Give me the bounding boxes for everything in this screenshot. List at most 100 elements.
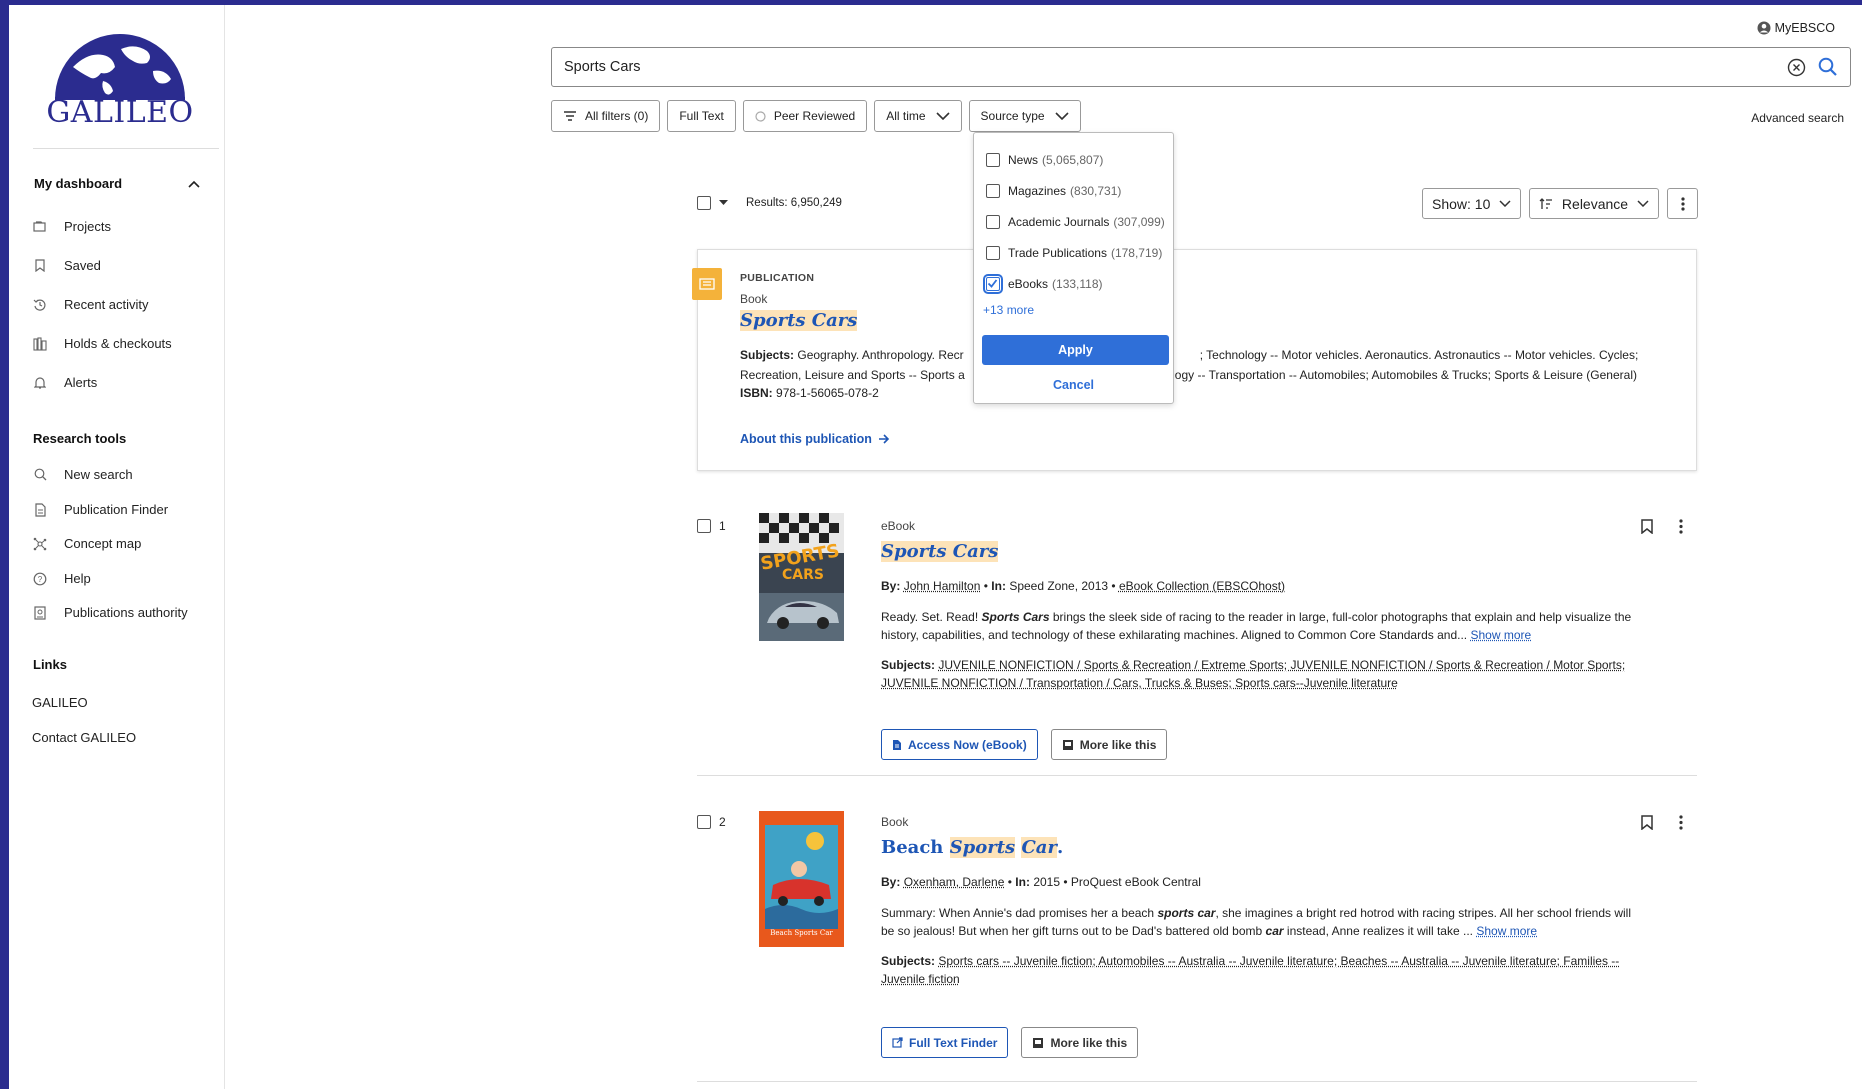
search-icon[interactable] (1818, 57, 1838, 77)
sort-label: Relevance (1561, 195, 1629, 212)
subjects-line1-end: ; Technology -- Motor vehicles. Aeronaut… (1199, 348, 1639, 362)
sidebar-item-publications-authority[interactable]: Publications authority (33, 605, 188, 620)
filter-bar: All filters (0) Full Text Peer Reviewed … (551, 100, 1081, 132)
results-options-button[interactable] (1667, 188, 1698, 219)
sort-select[interactable]: Relevance (1529, 188, 1659, 219)
source-type-label: Source type (980, 109, 1045, 123)
full-text-button[interactable]: Full Text (667, 100, 736, 132)
advanced-search-link[interactable]: Advanced search (1751, 111, 1844, 125)
result-title[interactable]: Beach Sports Car. (881, 837, 1063, 858)
cancel-button[interactable]: Cancel (974, 378, 1173, 392)
result-number: 1 (697, 519, 726, 533)
kebab-icon[interactable] (1679, 519, 1683, 534)
sidebar-item-new-search[interactable]: New search (33, 467, 133, 482)
source-value: 2015 (1033, 875, 1061, 889)
option-count: (178,719) (1110, 246, 1163, 260)
link-galileo[interactable]: GALILEO (32, 695, 88, 710)
author-link[interactable]: Oxenham, Darlene (904, 875, 1005, 889)
about-publication-link[interactable]: About this publication (740, 432, 890, 446)
more-like-this-icon (1062, 739, 1073, 750)
sidebar-item-label: Saved (64, 258, 101, 273)
result-checkbox[interactable] (697, 815, 711, 829)
clear-search-icon[interactable] (1787, 58, 1806, 77)
abstract-highlight: sports car (1157, 906, 1216, 920)
show-more-link[interactable]: Show more (1470, 628, 1531, 642)
result-actions: Access Now (eBook) More like this (881, 729, 1168, 760)
kebab-icon[interactable] (1679, 815, 1683, 830)
sidebar-item-label: Alerts (64, 375, 98, 390)
publication-badge (692, 268, 722, 300)
sidebar-item-concept-map[interactable]: Concept map (33, 536, 141, 551)
help-icon: ? (33, 572, 47, 586)
subjects-label: Subjects: (881, 658, 936, 672)
sidebar-item-label: Concept map (64, 536, 142, 551)
full-text-finder-label: Full Text Finder (909, 1035, 998, 1050)
checkbox[interactable] (986, 184, 1000, 198)
subjects-line2: Recreation, Leisure and Sports -- Sports… (740, 368, 965, 382)
result-abstract: Ready. Set. Read! Sports Cars brings the… (881, 608, 1641, 644)
result-item: 2 Beach Sports Car Book Beach Sports Car… (697, 811, 1697, 1065)
sidebar-item-alerts[interactable]: Alerts (33, 375, 97, 390)
more-like-this-button[interactable]: More like this (1050, 729, 1168, 760)
option-count: (133,118) (1052, 277, 1103, 291)
date-filter-button[interactable]: All time (874, 100, 962, 132)
sidebar-item-holds[interactable]: Holds & checkouts (33, 336, 172, 351)
page-size-select[interactable]: Show: 10 (1422, 188, 1521, 219)
publication-type: Book (740, 292, 768, 306)
sidebar-item-recent-activity[interactable]: Recent activity (33, 297, 149, 312)
full-text-finder-button[interactable]: Full Text Finder (881, 1027, 1009, 1058)
all-filters-button[interactable]: All filters (0) (551, 100, 661, 132)
research-tools-heading: Research tools (33, 431, 127, 446)
peer-reviewed-button[interactable]: Peer Reviewed (742, 100, 868, 132)
title-highlight: Car (1021, 837, 1057, 858)
publication-title[interactable]: Sports Cars (740, 310, 858, 331)
caret-down-icon[interactable] (719, 200, 728, 206)
result-title[interactable]: Sports Cars (881, 541, 999, 562)
source-option-trade-publications[interactable]: Trade Publications (178,719) (986, 246, 1162, 260)
result-checkbox[interactable] (697, 519, 711, 533)
source-option-ebooks[interactable]: eBooks (133,118) (983, 274, 1103, 294)
access-now-button[interactable]: Access Now (eBook) (881, 729, 1038, 760)
galileo-logo[interactable]: GALILEO (43, 27, 197, 137)
book-cover-image[interactable]: SPORTS CARS (759, 513, 844, 641)
sidebar-item-help[interactable]: ? Help (33, 571, 91, 586)
show-more-link[interactable]: Show more (1476, 924, 1537, 938)
more-like-this-button[interactable]: More like this (1021, 1027, 1139, 1058)
sidebar-item-projects[interactable]: Projects (33, 219, 111, 234)
source-option-news[interactable]: News (5,065,807) (986, 153, 1103, 167)
result-title-text: Sports Cars (881, 541, 999, 562)
more-options-link[interactable]: +13 more (983, 303, 1034, 317)
sidebar-item-saved[interactable]: Saved (33, 258, 101, 273)
kebab-icon (1680, 196, 1685, 211)
filter-icon (564, 111, 576, 121)
sidebar-item-publication-finder[interactable]: Publication Finder (33, 502, 168, 517)
book-cover-image[interactable]: Beach Sports Car (759, 811, 844, 947)
source-option-academic-journals[interactable]: Academic Journals (307,099) (986, 215, 1165, 229)
title-highlight: Sports (949, 837, 1016, 858)
links-heading: Links (33, 657, 67, 672)
checkbox[interactable] (986, 153, 1000, 167)
source-type-dropdown: News (5,065,807) Magazines (830,731) Aca… (973, 132, 1174, 404)
bookmark-icon[interactable] (1641, 519, 1653, 534)
link-contact-galileo[interactable]: Contact GALILEO (32, 730, 136, 745)
results-count: Results: 6,950,249 (746, 197, 842, 209)
sidebar-divider (33, 148, 219, 149)
source-option-magazines[interactable]: Magazines (830,731) (986, 184, 1121, 198)
source-type-button[interactable]: Source type (968, 100, 1081, 132)
checkbox-checked[interactable] (983, 274, 1003, 294)
author-link[interactable]: John Hamilton (904, 579, 981, 593)
checkbox[interactable] (986, 215, 1000, 229)
dashboard-toggle[interactable]: My dashboard (34, 176, 200, 191)
subjects-text[interactable]: JUVENILE NONFICTION / Sports & Recreatio… (881, 658, 1625, 690)
myebsco-account[interactable]: MyEBSCO (1757, 21, 1835, 35)
checkbox[interactable] (986, 246, 1000, 260)
subjects-text[interactable]: Sports cars -- Juvenile fiction; Automob… (881, 954, 1619, 986)
bookmark-icon[interactable] (1641, 815, 1653, 830)
apply-button[interactable]: Apply (982, 335, 1169, 365)
result-type: Book (881, 815, 909, 829)
collection-link[interactable]: eBook Collection (EBSCOhost) (1119, 579, 1285, 593)
cover-title: Beach Sports Car (770, 929, 833, 937)
result-byline: By: Oxenham, Darlene • In: 2015 • ProQue… (881, 875, 1201, 889)
search-input[interactable]: Sports Cars (551, 47, 1851, 87)
select-all-checkbox[interactable] (697, 196, 711, 210)
